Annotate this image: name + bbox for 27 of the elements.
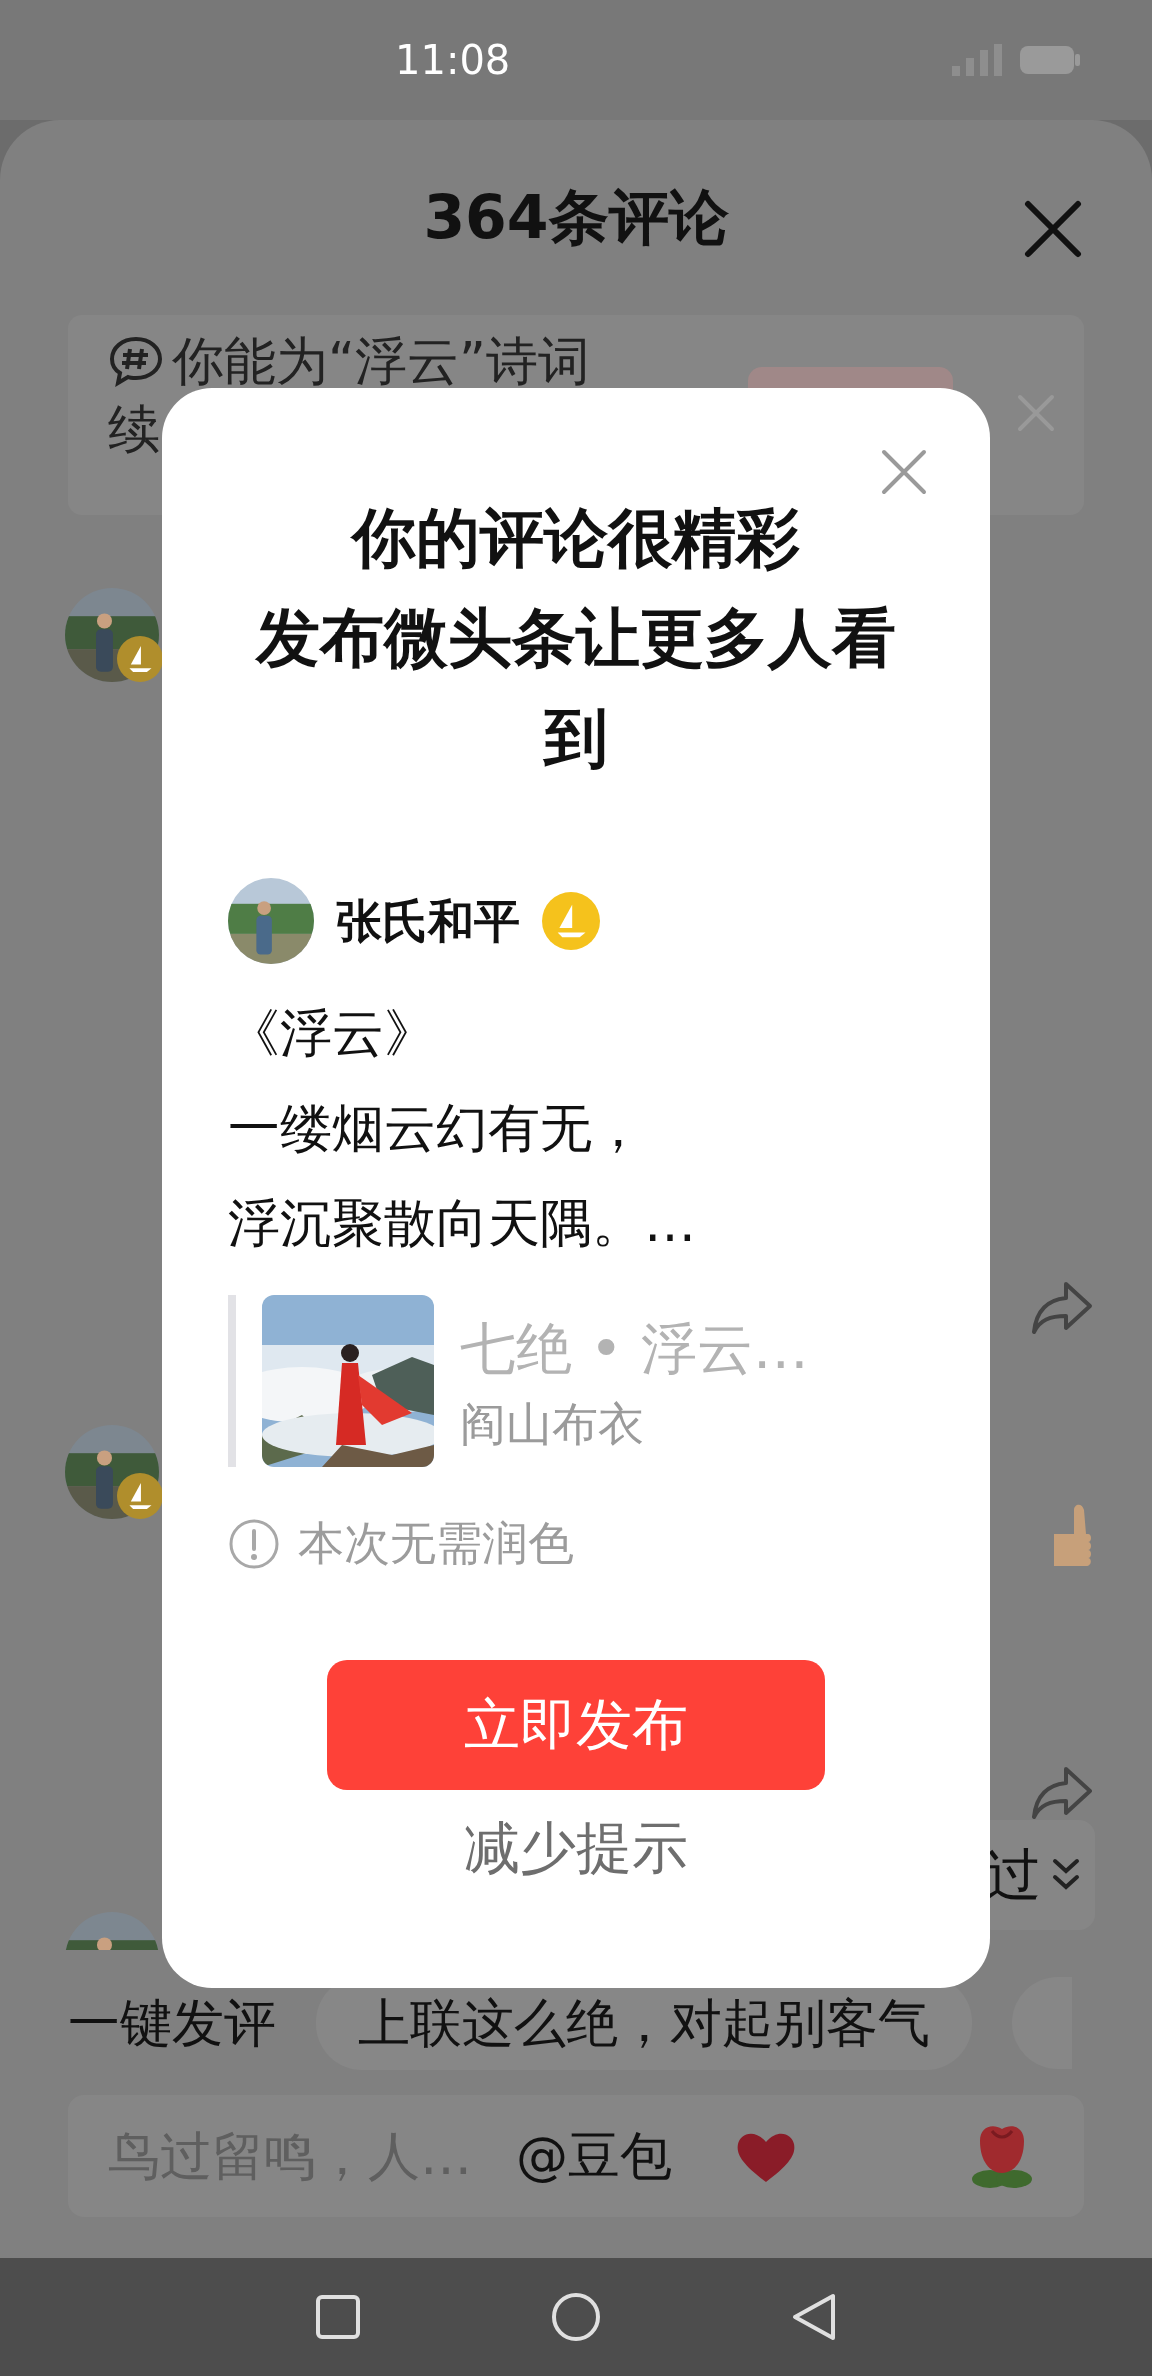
quick-comment-label: 一键发评 [68, 1991, 276, 2055]
chip-text: 过 [985, 1841, 1041, 1909]
dialog-title: 发布微头条让更多人看到 [254, 600, 897, 777]
circle-nav-icon[interactable] [551, 2292, 601, 2342]
quote-author: 阎山布衣 [460, 1396, 645, 1453]
hint-text: 本次无需润色 [298, 1515, 574, 1572]
back-triangle-icon[interactable] [791, 2292, 837, 2342]
quote-title: 七绝 • 浮云… [460, 1315, 809, 1383]
topic-text: 你能为“浮云”诗词 [172, 330, 590, 393]
reduce-hints-button[interactable]: 减少提示 [444, 1798, 708, 1898]
poem-line: 一缕烟云幻有无， [228, 1097, 645, 1160]
poem-line: 《浮云》 [228, 1002, 437, 1065]
publish-button[interactable]: 立即发布 [327, 1660, 825, 1790]
mention-button[interactable]: @豆包 [516, 2117, 672, 2195]
share-icon[interactable] [1030, 1765, 1094, 1821]
close-icon[interactable] [880, 448, 928, 496]
sheet-title: 364条评论 [423, 181, 729, 254]
share-icon[interactable] [1030, 1280, 1094, 1336]
close-icon[interactable] [1024, 200, 1082, 258]
hashtag-bubble-icon [108, 335, 164, 387]
topic-text: 续 [108, 398, 160, 461]
square-nav-icon[interactable] [315, 2294, 361, 2340]
poem-line: 浮沉聚散向天隅。… [228, 1192, 697, 1255]
status-time: 11:08 [395, 36, 511, 85]
dialog-title: 你的评论很精彩 [349, 500, 801, 577]
author-name: 张氏和平 [336, 892, 520, 950]
info-icon [228, 1517, 280, 1570]
